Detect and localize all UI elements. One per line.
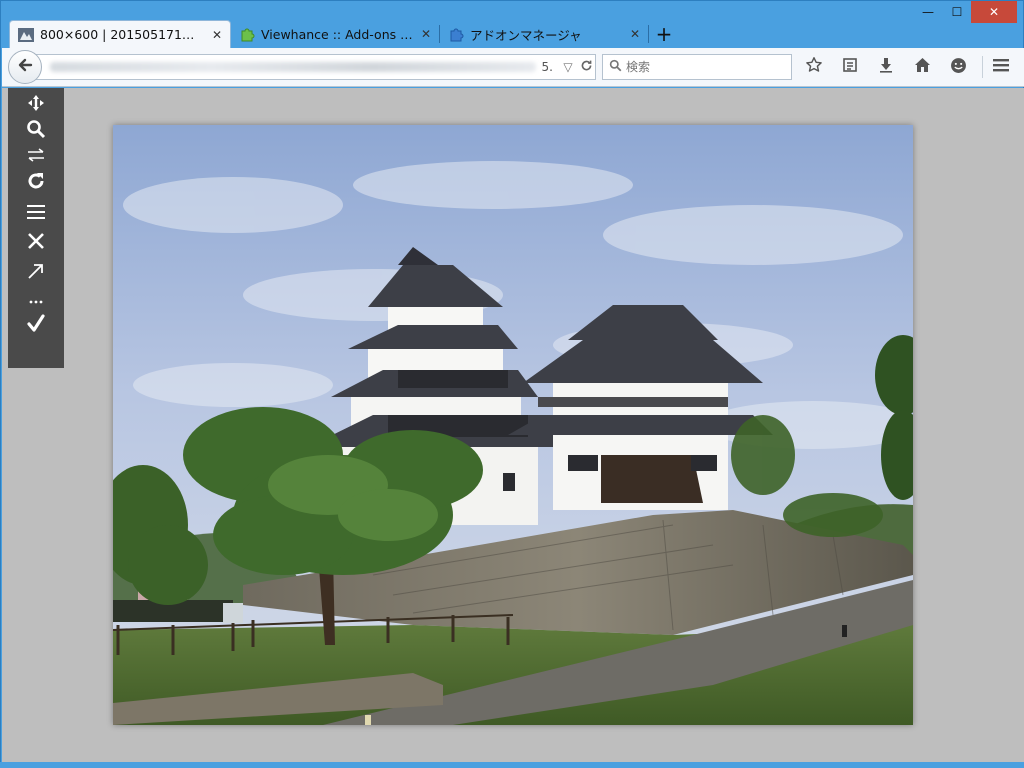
open-icon xyxy=(27,261,45,285)
downloads-button[interactable] xyxy=(868,52,904,82)
close-viewer-button[interactable] xyxy=(8,228,64,258)
tab-viewhance[interactable]: Viewhance :: Add-ons f… ✕ xyxy=(231,20,439,48)
move-icon xyxy=(27,94,45,116)
tab-strip: 800×600 | 201505171… ✕ Viewhance :: Add-… xyxy=(9,18,679,48)
rotate-button[interactable] xyxy=(8,168,64,198)
new-tab-button[interactable]: + xyxy=(649,20,679,48)
close-window-button[interactable]: ✕ xyxy=(971,1,1017,23)
more-icon xyxy=(28,290,44,309)
home-icon xyxy=(914,57,931,77)
viewer-toolbar xyxy=(8,88,64,368)
castle-photo[interactable] xyxy=(113,125,913,725)
zoom-icon xyxy=(26,119,46,144)
download-icon xyxy=(878,57,894,77)
bookmark-star-button[interactable] xyxy=(796,52,832,82)
puzzle-blue-icon xyxy=(448,26,464,42)
home-button[interactable] xyxy=(904,52,940,82)
image-favicon-icon xyxy=(18,27,34,43)
browser-window: — ☐ ✕ 800×600 | 201505171… ✕ Viewhance :… xyxy=(0,0,1024,768)
rotate-icon xyxy=(26,171,46,196)
puzzle-green-icon xyxy=(239,26,255,42)
navigation-toolbar: 5. ▽ xyxy=(2,48,1024,87)
menu-button[interactable] xyxy=(8,198,64,228)
back-arrow-icon xyxy=(17,57,33,78)
check-icon xyxy=(26,313,46,338)
confirm-button[interactable] xyxy=(8,310,64,340)
smiley-icon xyxy=(950,57,967,78)
tab-close-icon[interactable]: ✕ xyxy=(630,27,640,41)
tab-addon-manager[interactable]: アドオンマネージャ ✕ xyxy=(440,20,648,48)
move-button[interactable] xyxy=(8,94,64,116)
search-input[interactable] xyxy=(626,60,776,74)
reload-icon[interactable] xyxy=(577,59,595,75)
menu-icon xyxy=(26,201,46,225)
search-icon xyxy=(609,59,622,75)
reading-list-icon xyxy=(842,57,858,77)
page-content xyxy=(2,88,1024,763)
tab-close-icon[interactable]: ✕ xyxy=(421,27,431,41)
open-in-new-button[interactable] xyxy=(8,258,64,288)
window-controls: — ☐ ✕ xyxy=(913,1,1017,23)
tab-label: Viewhance :: Add-ons f… xyxy=(261,26,415,42)
flip-icon xyxy=(26,147,46,167)
url-text-tail: 5. xyxy=(541,60,553,74)
star-icon xyxy=(805,56,823,78)
url-text-blurred xyxy=(50,62,536,72)
reading-list-button[interactable] xyxy=(832,52,868,82)
flip-button[interactable] xyxy=(8,146,64,168)
back-button[interactable] xyxy=(8,50,42,84)
main-menu-button[interactable] xyxy=(983,52,1019,82)
close-icon xyxy=(27,231,45,255)
window-bottom-border xyxy=(0,762,1024,768)
search-bar[interactable] xyxy=(602,54,792,80)
feedback-button[interactable] xyxy=(940,52,976,82)
tab-image[interactable]: 800×600 | 201505171… ✕ xyxy=(9,20,231,48)
tab-close-icon[interactable]: ✕ xyxy=(212,28,222,42)
maximize-button[interactable]: ☐ xyxy=(943,1,971,23)
zoom-button[interactable] xyxy=(8,116,64,146)
url-bar[interactable]: 5. ▽ xyxy=(34,54,596,80)
hamburger-menu-icon xyxy=(992,57,1010,77)
minimize-button[interactable]: — xyxy=(913,1,943,23)
tab-label: アドオンマネージャ xyxy=(470,27,582,43)
dropdown-arrow-icon[interactable]: ▽ xyxy=(559,60,577,74)
tab-label: 800×600 | 201505171… xyxy=(40,27,195,42)
more-button[interactable] xyxy=(8,288,64,310)
